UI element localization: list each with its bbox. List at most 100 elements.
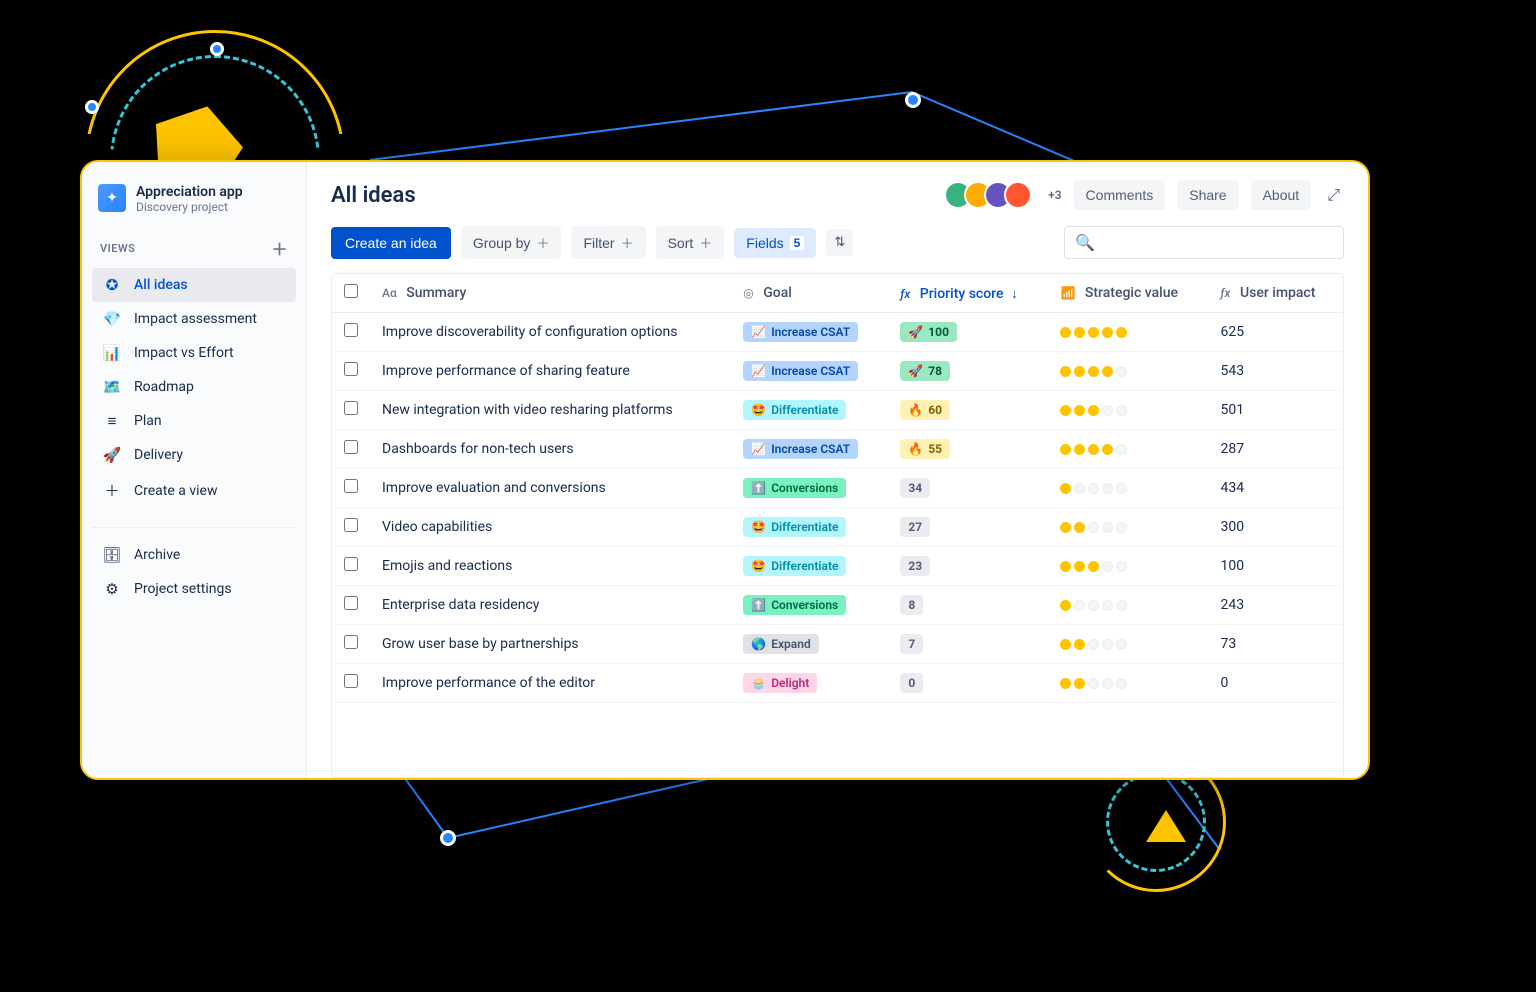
row-checkbox[interactable] [344,440,358,454]
row-checkbox[interactable] [344,401,358,415]
table-row[interactable]: Improve performance of the editor🧁Deligh… [332,664,1343,703]
table-row[interactable]: Grow user base by partnerships🌎Expand773 [332,625,1343,664]
priority-emoji-icon: 🚀 [908,325,923,339]
goal-tag[interactable]: 📈Increase CSAT [743,439,858,459]
star-icon [1102,600,1113,611]
row-checkbox[interactable] [344,518,358,532]
priority-pill: 0 [900,673,923,693]
target-icon: ◎ [743,286,753,300]
star-icon [1102,678,1113,689]
search-input[interactable] [1103,235,1333,251]
col-priority[interactable]: ƒx Priority score ↓ [888,274,1048,313]
row-checkbox[interactable] [344,362,358,376]
expand-icon[interactable]: ⤢ [1323,181,1344,209]
star-icon [1060,600,1071,611]
sidebar-item[interactable]: ✪All ideas [92,268,296,302]
star-icon [1088,483,1099,494]
star-icon [1088,678,1099,689]
project-header[interactable]: ✦ Appreciation app Discovery project [92,180,296,232]
deco-dot [905,92,921,108]
select-all-checkbox[interactable] [344,284,358,298]
sidebar-settings[interactable]: ⚙ Project settings [92,572,296,606]
avatar[interactable] [1004,181,1032,209]
col-strategic[interactable]: 📶 Strategic value [1048,274,1208,313]
groupby-button[interactable]: Group by＋ [461,226,562,259]
star-icon [1102,483,1113,494]
table-row[interactable]: Improve evaluation and conversions⬆️Conv… [332,469,1343,508]
strategic-stars [1060,366,1196,377]
cell-impact: 434 [1209,469,1343,508]
about-button[interactable]: About [1251,180,1312,210]
ideas-table: Aα Summary ◎ Goal ƒx Priority score ↓ [331,273,1344,778]
goal-tag[interactable]: 📈Increase CSAT [743,322,858,342]
priority-pill: 23 [900,556,930,576]
table-row[interactable]: Enterprise data residency⬆️Conversions82… [332,586,1343,625]
row-checkbox[interactable] [344,674,358,688]
row-checkbox[interactable] [344,479,358,493]
sidebar-item[interactable]: ≡Plan [92,404,296,438]
col-priority-label: Priority score [920,286,1004,302]
sidebar-archive[interactable]: 🗄 Archive [92,538,296,572]
goal-tag[interactable]: 🤩Differentiate [743,400,846,420]
table-row[interactable]: Video capabilities🤩Differentiate27300 [332,508,1343,547]
avatar-stack[interactable] [944,181,1032,209]
nav-icon: 🚀 [102,446,122,464]
sidebar-item[interactable]: 🚀Delivery [92,438,296,472]
star-icon [1060,327,1071,338]
table-row[interactable]: Dashboards for non-tech users📈Increase C… [332,430,1343,469]
goal-emoji-icon: 🌎 [751,637,766,651]
col-summary[interactable]: Aα Summary [370,274,731,313]
table-row[interactable]: Emojis and reactions🤩Differentiate23100 [332,547,1343,586]
goal-emoji-icon: ⬆️ [751,481,766,495]
cell-summary: New integration with video resharing pla… [370,391,731,430]
star-icon [1074,678,1085,689]
sidebar-item[interactable]: 🗺️Roadmap [92,370,296,404]
row-checkbox[interactable] [344,557,358,571]
add-view-icon[interactable]: ＋ [271,236,288,260]
goal-tag[interactable]: 🤩Differentiate [743,517,846,537]
goal-tag[interactable]: ⬆️Conversions [743,595,846,615]
search-box[interactable]: 🔍 [1064,226,1344,259]
row-checkbox[interactable] [344,323,358,337]
app-window: ✦ Appreciation app Discovery project VIE… [80,160,1370,780]
star-icon [1060,483,1071,494]
avatar-more[interactable]: +3 [1048,188,1061,202]
goal-tag[interactable]: 🤩Differentiate [743,556,846,576]
star-icon [1116,639,1127,650]
priority-pill: 🚀78 [900,361,950,381]
priority-pill: 8 [900,595,923,615]
table-row[interactable]: Improve performance of sharing feature📈I… [332,352,1343,391]
row-checkbox[interactable] [344,596,358,610]
goal-tag[interactable]: 📈Increase CSAT [743,361,858,381]
goal-tag[interactable]: 🧁Delight [743,673,817,693]
star-icon [1116,600,1127,611]
share-button[interactable]: Share [1177,180,1238,210]
col-goal[interactable]: ◎ Goal [731,274,888,313]
filter-label: Filter [583,235,614,251]
nav-icon: ＋ [102,480,122,501]
nav-icon: 💎 [102,310,122,328]
goal-emoji-icon: ⬆️ [751,598,766,612]
row-checkbox[interactable] [344,635,358,649]
goal-tag[interactable]: 🌎Expand [743,634,818,654]
col-impact[interactable]: ƒx User impact [1209,274,1343,313]
archive-label: Archive [134,547,180,563]
star-icon [1074,444,1085,455]
filter-button[interactable]: Filter＋ [571,226,645,259]
sort-button[interactable]: Sort＋ [656,226,725,259]
swap-icon[interactable]: ⇅ [826,229,853,256]
sidebar-item[interactable]: ＋Create a view [92,472,296,509]
star-icon [1102,444,1113,455]
strategic-stars [1060,522,1196,533]
sidebar-item[interactable]: 💎Impact assessment [92,302,296,336]
comments-button[interactable]: Comments [1074,180,1166,210]
create-idea-button[interactable]: Create an idea [331,227,451,259]
sidebar-item[interactable]: 📊Impact vs Effort [92,336,296,370]
star-icon [1060,405,1071,416]
main-header: All ideas +3 Comments Share About ⤢ [331,180,1344,210]
fields-button[interactable]: Fields 5 [734,228,816,258]
table-row[interactable]: Improve discoverability of configuration… [332,313,1343,352]
table-row[interactable]: New integration with video resharing pla… [332,391,1343,430]
goal-tag[interactable]: ⬆️Conversions [743,478,846,498]
text-icon: Aα [382,286,397,300]
